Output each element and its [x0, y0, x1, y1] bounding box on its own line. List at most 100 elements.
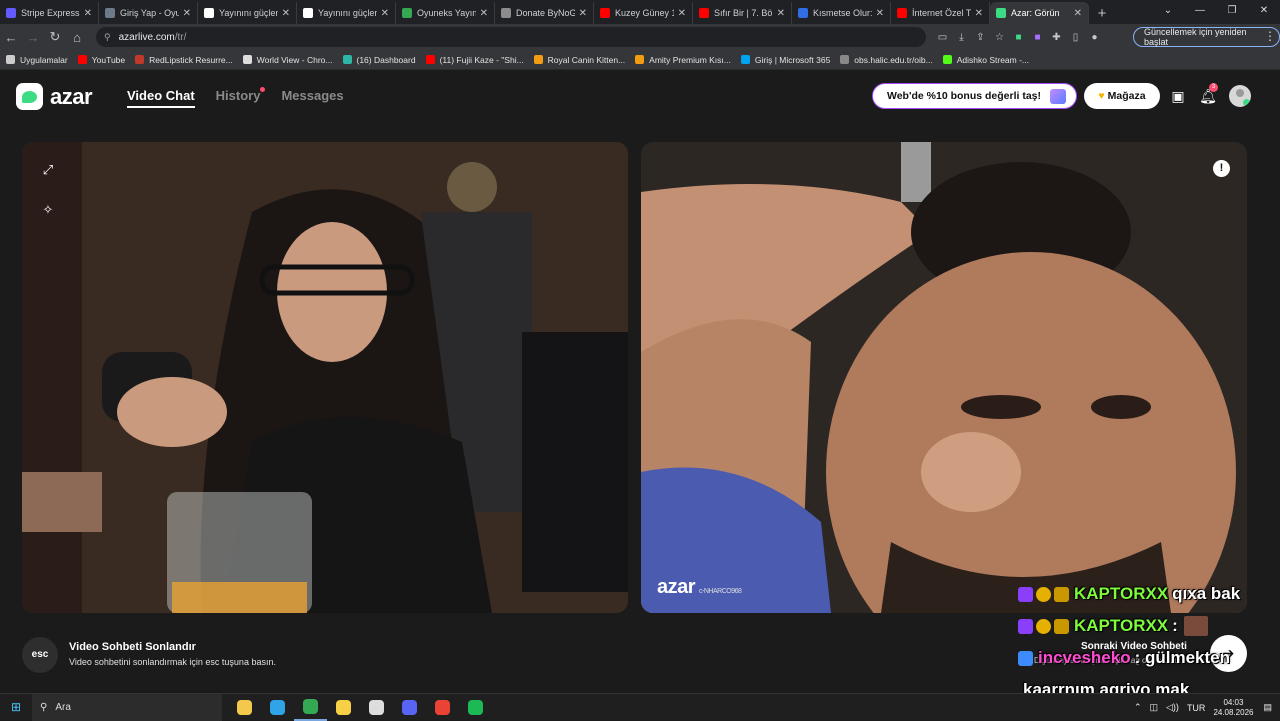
browser-tab[interactable]: Oyuneks Yayıncı ✕ [396, 2, 495, 24]
taskbar-app-obs[interactable] [360, 694, 393, 721]
bookmark-star-icon[interactable]: ☆ [993, 31, 1006, 44]
my-video-feed [22, 142, 628, 613]
network-icon[interactable]: ◫ [1150, 702, 1159, 713]
volume-icon[interactable]: ◁)) [1166, 702, 1179, 713]
bookmark-item[interactable]: Giriş | Microsoft 365 [740, 55, 830, 65]
bookmark-favicon-icon [942, 55, 952, 64]
browser-tab[interactable]: Donate ByNoGa ✕ [495, 2, 594, 24]
bookmark-item[interactable]: Royal Canin Kitten... [533, 55, 625, 65]
cast-icon[interactable]: ▭ [936, 31, 949, 44]
bookmark-item[interactable]: Uygulamalar [6, 55, 68, 65]
clock[interactable]: 04:03 24.08.2026 [1213, 698, 1253, 718]
bookmark-label: Adishko Stream -... [956, 54, 1030, 65]
taskbar-app-chrome[interactable] [294, 694, 327, 721]
clock-time: 04:03 [1223, 697, 1244, 707]
effects-wand-icon[interactable]: ✧ [39, 201, 57, 219]
browser-tab[interactable]: Kuzey Güney 1. ✕ [594, 2, 693, 24]
bookmarks-bar: Uygulamalar YouTube RedLipstick Resurre...… [0, 50, 1280, 70]
partner-video-feed [641, 142, 1247, 613]
taskbar-app-file-explorer[interactable] [228, 694, 261, 721]
bookmark-item[interactable]: Adishko Stream -... [942, 54, 1030, 65]
forward-icon[interactable]: → [22, 30, 44, 45]
tab-label: Sıfır Bir | 7. Bölü [714, 8, 773, 18]
side-panel-icon[interactable]: ▯ [1069, 31, 1082, 44]
tab-close-icon[interactable]: ✕ [381, 8, 389, 19]
browser-menu-icon[interactable]: ⋮ [1264, 29, 1276, 43]
tab-close-icon[interactable]: ✕ [678, 8, 686, 19]
browser-tab[interactable]: Kısmetse Olur: A ✕ [792, 2, 891, 24]
address-bar[interactable]: ⚲ azarlive.com/tr/ [96, 27, 926, 47]
close-window-icon[interactable]: ✕ [1248, 0, 1280, 22]
bookmark-item[interactable]: YouTube [77, 55, 125, 65]
chat-text: : [1172, 616, 1178, 635]
nav-history[interactable]: History [215, 87, 266, 108]
report-icon[interactable]: ! [1213, 160, 1230, 177]
notifications-icon[interactable]: ▤ [1263, 702, 1272, 713]
browser-tab[interactable]: Sıfır Bir | 7. Bölü ✕ [693, 2, 792, 24]
browser-tab[interactable]: Giriş Yap - Oyun ✕ [99, 2, 198, 24]
avatar[interactable] [1229, 85, 1251, 107]
browser-tab[interactable]: Stripe Express ✕ [0, 2, 99, 24]
azar-logo[interactable]: azar [16, 83, 93, 110]
chat-badge-icon [1036, 586, 1051, 602]
browser-tab[interactable]: Yayınını güçlend ✕ [297, 2, 396, 24]
taskbar-search[interactable]: ⚲ Ara [32, 693, 222, 721]
tab-close-icon[interactable]: ✕ [183, 8, 191, 19]
update-restart-button[interactable]: Güncellemek için yeniden başlat [1133, 27, 1280, 47]
home-icon[interactable]: ⌂ [66, 30, 88, 45]
taskbar-app-chrome-profile[interactable] [426, 694, 459, 721]
tab-search-icon[interactable]: ⌄ [1152, 0, 1184, 22]
browser-tab[interactable]: Azar: Görün ✕ [990, 2, 1089, 24]
tab-close-icon[interactable]: ✕ [579, 8, 587, 19]
new-tab-button[interactable]: + [1089, 2, 1115, 24]
browser-tab[interactable]: Yayınını güçlend ✕ [198, 2, 297, 24]
nav-history-label: History [215, 88, 261, 103]
tab-close-icon[interactable]: ✕ [480, 8, 488, 19]
extension-twitch-icon[interactable]: ■ [1031, 31, 1044, 44]
bookmark-favicon-icon [342, 55, 352, 64]
taskbar-apps [228, 694, 492, 721]
chat-message: KAPTORXX: [1018, 610, 1280, 642]
tab-close-icon[interactable]: ✕ [1074, 8, 1082, 19]
profile-icon[interactable]: ● [1088, 31, 1101, 44]
start-menu-icon[interactable]: ⊞ [0, 700, 32, 714]
nav-messages[interactable]: Messages [281, 88, 343, 108]
reload-icon[interactable]: ↻ [44, 29, 66, 45]
tab-close-icon[interactable]: ✕ [876, 8, 884, 19]
tab-close-icon[interactable]: ✕ [84, 8, 92, 19]
minimize-icon[interactable]: — [1184, 0, 1216, 22]
bookmark-item[interactable]: (11) Fujii Kaze - "Shi... [425, 55, 524, 65]
tab-close-icon[interactable]: ✕ [282, 8, 290, 19]
store-button[interactable]: ♥ Mağaza [1084, 83, 1160, 109]
taskbar-app-edge[interactable] [261, 694, 294, 721]
online-status-dot [1243, 99, 1250, 106]
tray-overflow-icon[interactable]: ⌃ [1134, 702, 1142, 713]
bookmark-item[interactable]: obs.halic.edu.tr/oib... [840, 55, 933, 65]
bookmark-item[interactable]: RedLipstick Resurre... [135, 55, 233, 65]
watermark-logo: azar [657, 576, 696, 598]
tab-close-icon[interactable]: ✕ [777, 8, 785, 19]
language-indicator[interactable]: TUR [1187, 703, 1206, 713]
fullscreen-icon[interactable]: ⤢ [39, 161, 57, 179]
browser-tab[interactable]: İnternet Özel Tu ✕ [891, 2, 990, 24]
extension-shield-icon[interactable]: ■ [1012, 31, 1025, 44]
esc-end-chat-button[interactable]: esc [22, 637, 58, 673]
bookmark-item[interactable]: (16) Dashboard [342, 55, 416, 65]
tab-favicon-icon [600, 8, 610, 18]
back-icon[interactable]: ← [0, 30, 22, 45]
gem-promo-button[interactable]: Web'de %10 bonus değerli taş! [872, 83, 1077, 109]
site-info-icon[interactable]: ⚲ [104, 32, 111, 43]
bookmark-item[interactable]: World View - Chro... [242, 55, 333, 65]
bookmark-item[interactable]: Amity Premium Kısı... [635, 55, 731, 65]
share-icon[interactable]: ⇪ [974, 31, 987, 44]
taskbar-app-notes[interactable] [327, 694, 360, 721]
taskbar-app-discord[interactable] [393, 694, 426, 721]
tab-close-icon[interactable]: ✕ [975, 8, 983, 19]
inbox-icon[interactable]: ▣ [1169, 87, 1187, 105]
taskbar-app-spotify[interactable] [459, 694, 492, 721]
download-icon[interactable]: ⤓ [955, 31, 968, 44]
restore-icon[interactable]: ❐ [1216, 0, 1248, 22]
extensions-puzzle-icon[interactable]: ✚ [1050, 31, 1063, 44]
tab-favicon-icon [897, 8, 907, 18]
nav-video-chat[interactable]: Video Chat [127, 88, 195, 108]
